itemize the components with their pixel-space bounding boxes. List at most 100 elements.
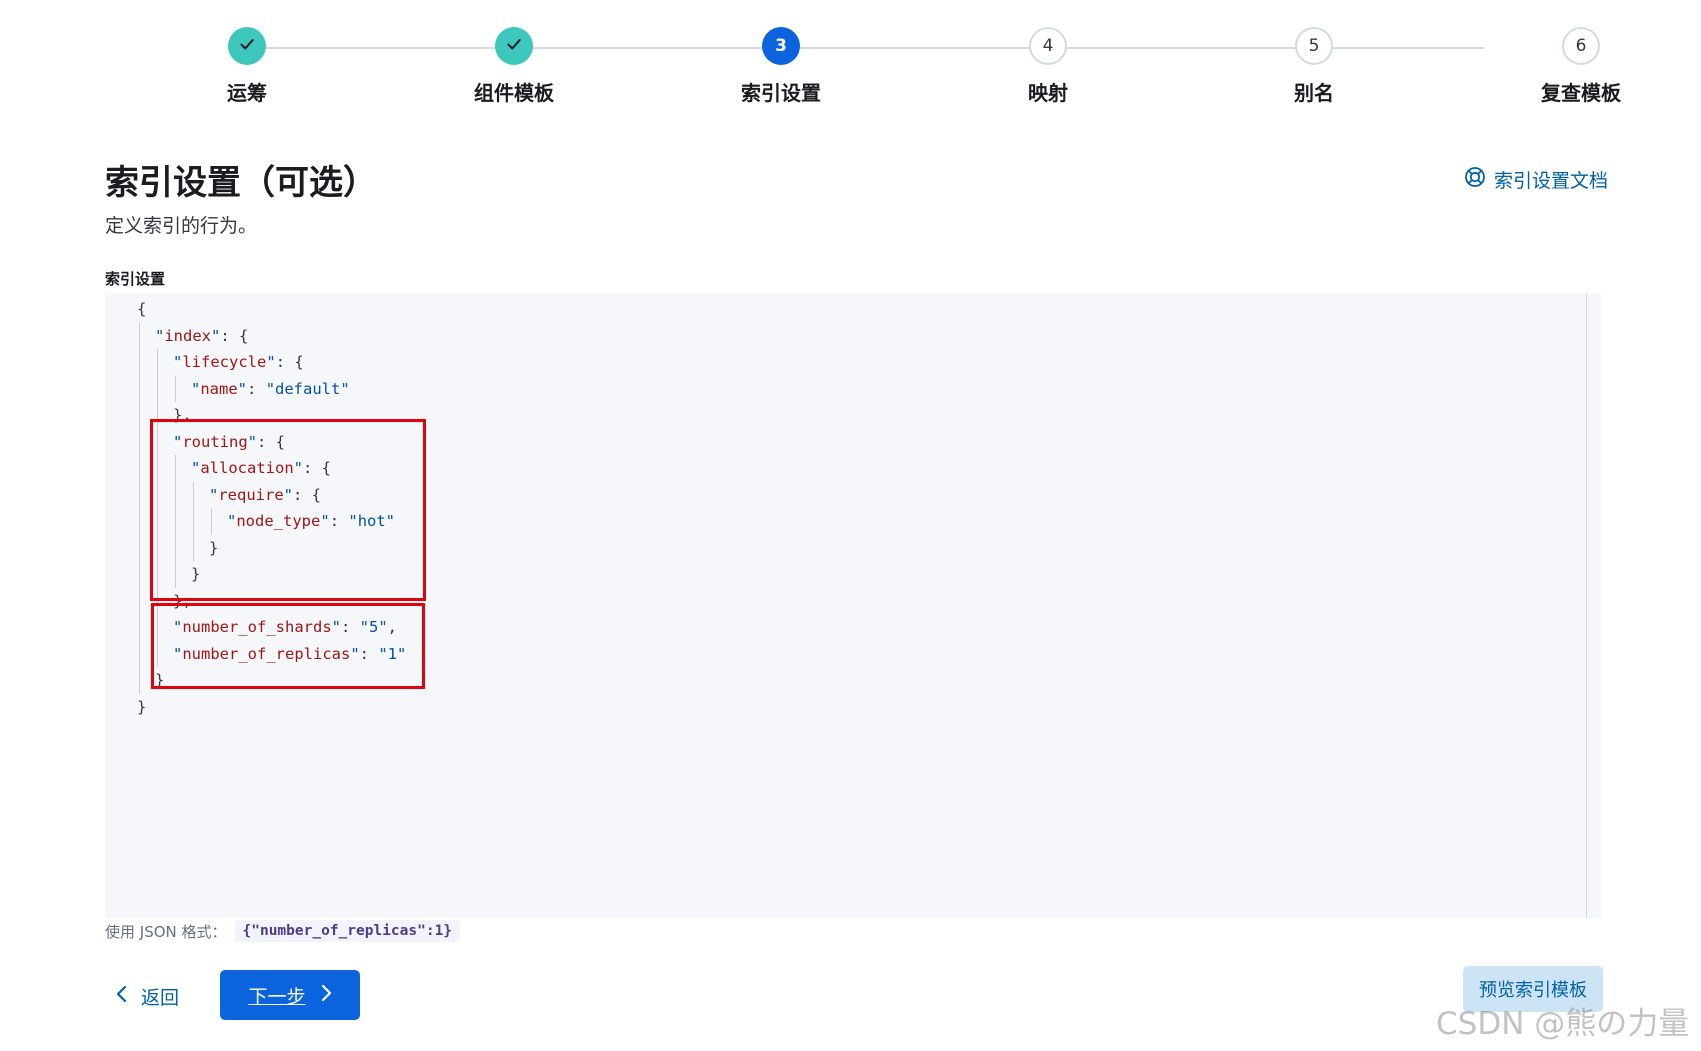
code-token: " [211,326,221,345]
check-icon [238,35,256,58]
code-token: " [155,326,165,345]
step-4[interactable]: 4 映射 [948,27,1148,106]
code-line: } [191,561,200,587]
next-button-label: 下一步 [248,985,306,1008]
code-token: } [137,697,147,716]
code-token: : [359,644,379,663]
code-token: name [200,379,238,398]
code-token: " [237,379,248,398]
step-1-label: 运筹 [227,81,267,105]
code-token: : [341,618,360,636]
code-token: " [331,618,341,636]
code-token: routing [182,432,248,451]
step-6[interactable]: 6 复查模板 [1481,27,1681,106]
step-1[interactable]: 运筹 [147,27,347,106]
code-token: require [218,485,284,504]
code-token: }, [173,591,192,610]
indent-guide [175,375,176,402]
code-token: "default" [265,379,350,398]
code-token: " [173,644,183,663]
code-token: : { [257,432,286,451]
code-line: }, [173,402,192,428]
step-4-indicator: 4 [1029,27,1067,65]
index-settings-docs-link[interactable]: 索引设置文档 [1464,166,1608,193]
code-token: " [227,512,237,530]
code-line: } [209,535,218,561]
code-line: "number_of_replicas": "1" [173,641,406,667]
code-line: } [155,667,164,693]
code-token: } [155,671,165,689]
help-prefix: 使用 JSON 格式： [105,922,227,941]
step-6-indicator: 6 [1562,27,1600,65]
code-line: { [137,296,146,322]
back-button-label: 返回 [141,987,180,1009]
code-line: "number_of_shards": "5", [173,614,397,640]
code-token: : { [303,459,332,477]
code-line: "index": { [155,323,248,349]
help-example-code: {"number_of_replicas":1} [234,920,461,942]
code-token: } [209,538,219,557]
code-token: , [387,618,398,636]
json-format-help: 使用 JSON 格式： {"number_of_replicas":1} [105,920,461,942]
code-token: : [329,512,349,530]
code-token: " [293,459,304,477]
code-token: " [173,618,183,636]
step-6-label: 复查模板 [1541,81,1621,105]
code-token: { [137,300,147,318]
step-2-label: 组件模板 [474,81,554,105]
code-token: " [173,353,183,371]
step-3[interactable]: 3 索引设置 [681,27,881,106]
steps-navigation: 运筹 组件模板 3 索引设置 4 映射 5 别名 6 复查模板 [0,0,1701,120]
watermark: CSDN @熊の力量 [1436,1006,1690,1042]
code-line: "require": { [209,482,321,508]
indent-guide [139,322,140,694]
step-3-label: 索引设置 [741,81,821,105]
code-token: " [191,379,201,398]
indent-guide [211,508,212,535]
code-line: "allocation": { [191,455,331,481]
code-token: "5" [359,618,388,636]
step-4-label: 映射 [1028,81,1068,105]
editor-scrollbar[interactable] [1586,293,1587,918]
step-5-indicator: 5 [1295,27,1333,65]
page-subtitle: 定义索引的行为。 [105,215,258,237]
back-button[interactable]: 返回 [115,983,179,1010]
code-token: : { [220,326,249,345]
indent-guide [193,481,194,561]
step-5[interactable]: 5 别名 [1214,27,1414,106]
code-line: }, [173,588,192,614]
code-token: : [247,379,266,398]
step-5-label: 别名 [1294,81,1334,105]
code-token: lifecycle [182,353,267,371]
code-token: index [164,326,212,345]
help-lifebuoy-icon [1464,166,1486,193]
code-token: : { [275,353,304,371]
page-title: 索引设置（可选） [105,163,377,203]
code-token: }, [173,406,192,424]
code-token: : { [293,485,322,504]
code-token: " [247,432,258,451]
step-1-indicator [228,27,266,65]
next-step-button[interactable]: 下一步 [220,970,360,1020]
code-line: "routing": { [173,429,285,455]
docs-link-label: 索引设置文档 [1493,170,1608,192]
code-token: number_of_shards [182,618,332,636]
code-token: node_type [236,512,321,530]
indent-guide [175,455,176,588]
code-token: number_of_replicas [182,644,351,663]
code-token: " [320,512,330,530]
check-icon [505,35,523,58]
chevron-right-icon [320,984,332,1007]
code-token: } [191,565,201,583]
code-token: "1" [378,644,407,663]
index-settings-code-editor[interactable]: {"index": {"lifecycle": {"name": "defaul… [105,293,1601,918]
step-2[interactable]: 组件模板 [414,27,614,106]
editor-label: 索引设置 [105,270,166,288]
code-token: " [173,432,183,451]
code-line: "lifecycle": { [173,349,304,375]
code-token: allocation [200,459,294,477]
code-line: } [137,694,146,720]
code-token: " [283,485,294,504]
step-3-indicator: 3 [762,27,800,65]
chevron-left-icon [115,985,129,1008]
